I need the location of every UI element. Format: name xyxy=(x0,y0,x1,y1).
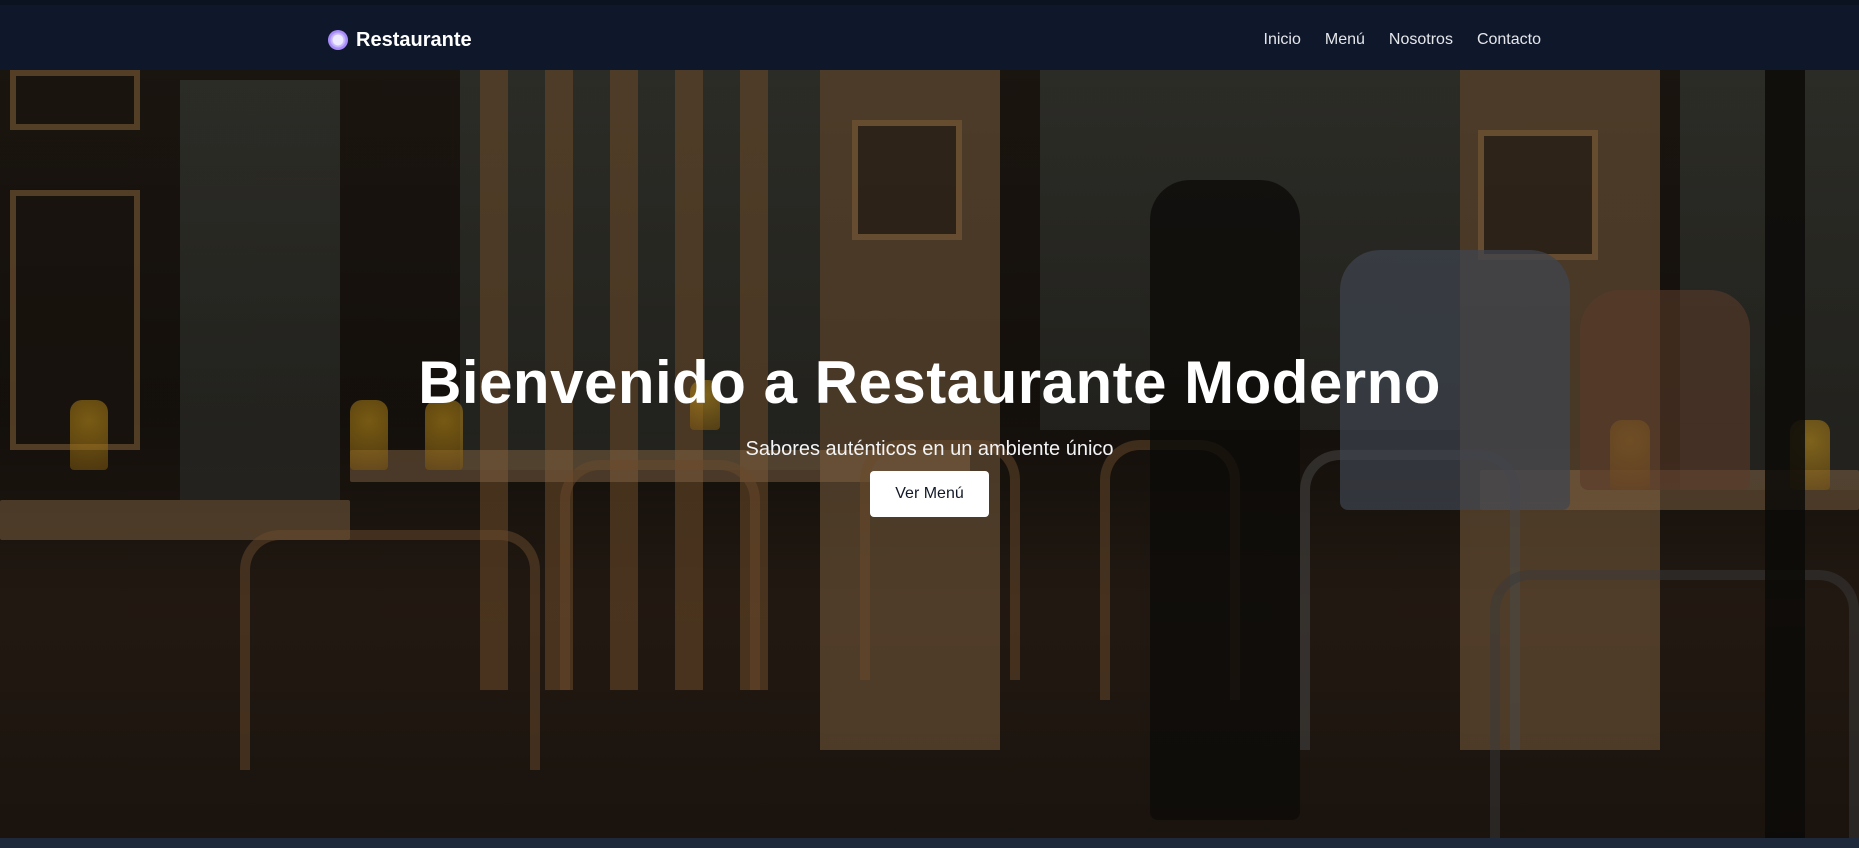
hero-content: Bienvenido a Restaurante Moderno Sabores… xyxy=(0,70,1859,838)
nav-link-menu[interactable]: Menú xyxy=(1325,31,1365,49)
page: Restaurante Inicio Menú Nosotros Contact… xyxy=(0,0,1859,848)
hero-section: Bienvenido a Restaurante Moderno Sabores… xyxy=(0,70,1859,838)
hero-subtitle: Sabores auténticos en un ambiente único xyxy=(745,438,1114,460)
nav-link-nosotros[interactable]: Nosotros xyxy=(1389,31,1453,49)
brand[interactable]: Restaurante xyxy=(328,29,472,52)
next-section-edge xyxy=(0,838,1859,848)
navbar-inner: Restaurante Inicio Menú Nosotros Contact… xyxy=(328,5,1541,75)
nav-link-inicio[interactable]: Inicio xyxy=(1264,31,1301,49)
navbar: Restaurante Inicio Menú Nosotros Contact… xyxy=(0,0,1859,70)
brand-name: Restaurante xyxy=(356,28,472,51)
view-menu-button[interactable]: Ver Menú xyxy=(870,471,989,517)
nav-link-contacto[interactable]: Contacto xyxy=(1477,31,1541,49)
nav-links: Inicio Menú Nosotros Contacto xyxy=(1264,31,1541,49)
hero-title: Bienvenido a Restaurante Moderno xyxy=(418,349,1441,416)
plate-icon xyxy=(328,30,348,50)
